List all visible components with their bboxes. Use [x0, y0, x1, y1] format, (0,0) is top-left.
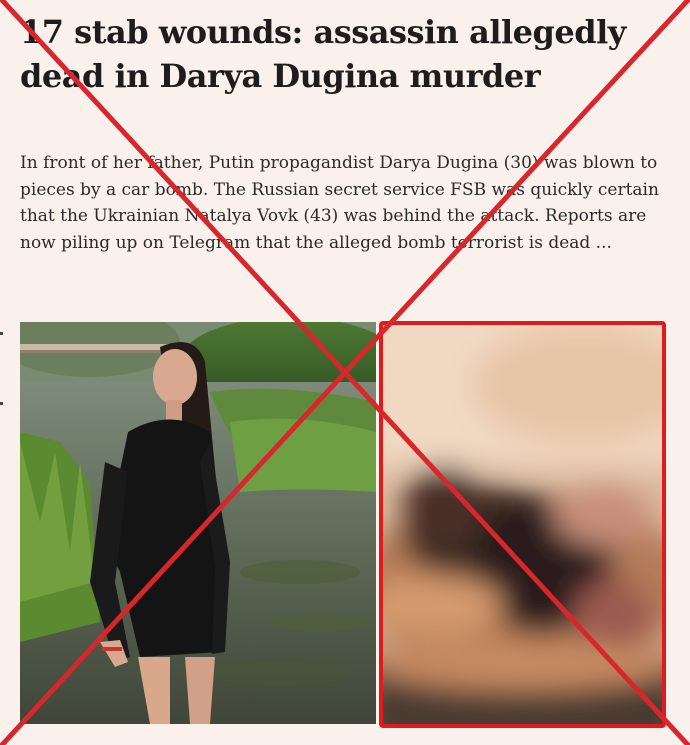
article-lede: In front of her father, Putin propagandi… [20, 153, 659, 253]
blurred-photo [383, 325, 662, 724]
article: 17 stab wounds: assassin allegedly dead … [0, 0, 690, 745]
woman-by-river-illustration [20, 322, 376, 724]
headline: 17 stab wounds: assassin allegedly dead … [20, 13, 626, 95]
edge-mark [0, 402, 3, 405]
blurred-photo-frame [379, 321, 666, 728]
woman-by-river-photo [20, 322, 376, 724]
edge-mark [0, 332, 3, 335]
